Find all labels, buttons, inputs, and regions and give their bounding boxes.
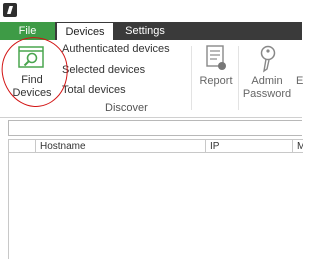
admin-password-label: Admin Password bbox=[242, 75, 292, 100]
group-divider bbox=[191, 46, 192, 110]
truncated-ribbon-button[interactable]: E bbox=[296, 75, 303, 87]
mac-column-header[interactable]: Ma bbox=[292, 140, 303, 153]
report-icon bbox=[206, 45, 226, 70]
admin-password-button[interactable]: Admin Password bbox=[242, 43, 292, 101]
authenticated-devices-link[interactable]: Authenticated devices bbox=[62, 43, 170, 55]
search-input[interactable] bbox=[8, 120, 302, 136]
discover-group-label: Discover bbox=[105, 102, 148, 114]
report-button[interactable]: Report bbox=[196, 43, 236, 101]
report-label: Report bbox=[199, 75, 233, 87]
key-icon bbox=[260, 45, 276, 73]
tab-devices[interactable]: Devices bbox=[57, 23, 113, 40]
app-logo-icon bbox=[3, 3, 17, 17]
title-bar bbox=[0, 0, 302, 22]
ribbon-tab-strip: File Devices Settings bbox=[0, 22, 302, 40]
selected-devices-link[interactable]: Selected devices bbox=[62, 64, 145, 76]
group-divider bbox=[238, 46, 239, 110]
devices-grid: Hostname IP Ma bbox=[8, 139, 303, 259]
select-column-header[interactable] bbox=[9, 140, 35, 153]
tab-settings[interactable]: Settings bbox=[116, 22, 174, 40]
ip-column-header[interactable]: IP bbox=[205, 140, 292, 153]
total-devices-link[interactable]: Total devices bbox=[62, 84, 126, 96]
grid-header: Hostname IP Ma bbox=[9, 139, 303, 153]
hostname-column-header[interactable]: Hostname bbox=[35, 140, 205, 153]
